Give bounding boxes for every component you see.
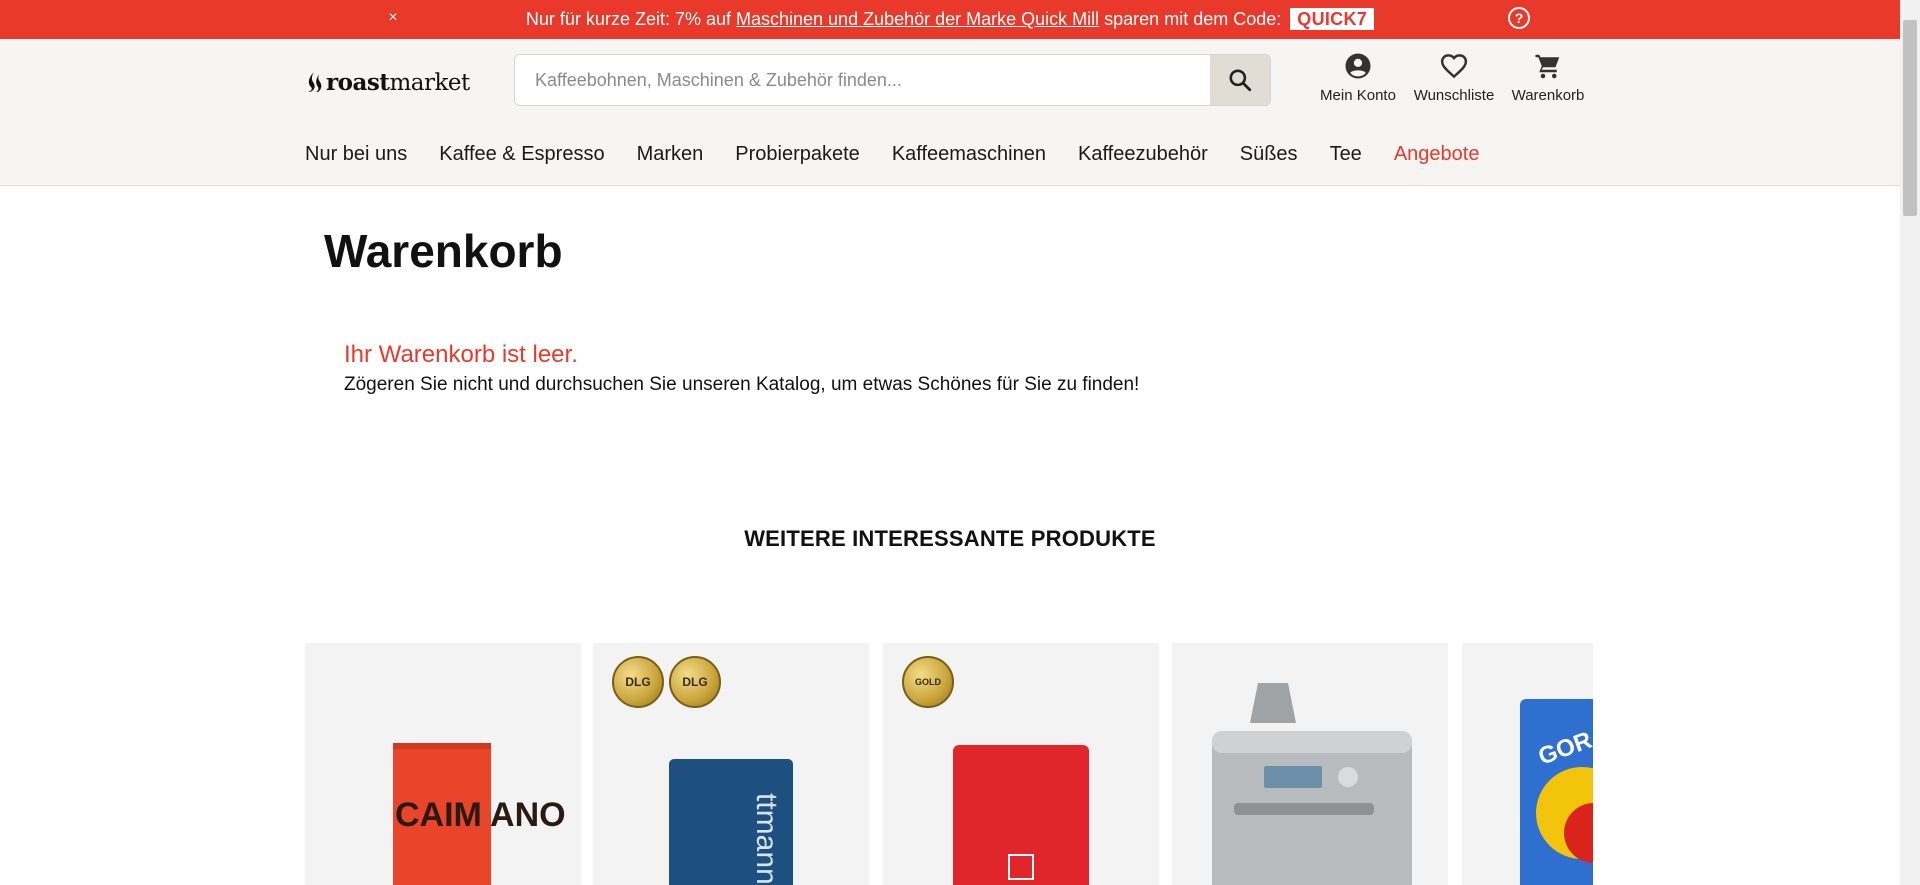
promo-banner: × Nur für kurze Zeit: 7% auf Maschinen u… <box>0 0 1900 39</box>
pack-text: CAIM ANO <box>395 796 566 834</box>
account-icon <box>1345 53 1371 79</box>
search-bar <box>514 54 1271 106</box>
product-image-coffee-bag: CAIM ANO <box>393 743 566 885</box>
page-title: Warenkorb <box>324 225 563 277</box>
promo-code: QUICK7 <box>1290 8 1375 30</box>
product-image-coffee-bag: ttmann <box>669 759 793 885</box>
nav-item-kaffee-espresso[interactable]: Kaffee & Espresso <box>439 143 604 169</box>
nav-item-kaffeemaschinen[interactable]: Kaffeemaschinen <box>892 143 1046 169</box>
product-carousel: CAIM ANO DLG DLG ttmann GOLD GOR <box>305 643 1593 885</box>
page: × Nur für kurze Zeit: 7% auf Maschinen u… <box>0 0 1920 885</box>
help-icon[interactable]: ? <box>1508 7 1530 29</box>
product-image-coffee-bag: GOR <box>1520 699 1593 885</box>
page-scrollbar[interactable] <box>1900 0 1920 885</box>
wishlist-link[interactable]: Wunschliste <box>1404 51 1504 111</box>
promo-text-after: sparen mit dem Code: <box>1099 9 1282 29</box>
cart-link[interactable]: Warenkorb <box>1498 51 1598 111</box>
pack-text: ttmann <box>750 793 783 885</box>
product-card[interactable]: GOLD <box>883 643 1159 885</box>
product-card[interactable] <box>1172 643 1448 885</box>
product-image-coffee-bag <box>953 745 1089 885</box>
main-navigation: Nur bei uns Kaffee & Espresso Marken Pro… <box>305 143 1511 169</box>
wishlist-label: Wunschliste <box>1413 87 1495 104</box>
empty-cart-message: Zögeren Sie nicht und durchsuchen Sie un… <box>344 374 1139 396</box>
promo-text: Nur für kurze Zeit: 7% auf Maschinen und… <box>0 8 1900 30</box>
scrollbar-thumb[interactable] <box>1903 20 1917 216</box>
account-link[interactable]: Mein Konto <box>1308 51 1408 111</box>
nav-item-angebote[interactable]: Angebote <box>1394 143 1480 169</box>
heart-icon <box>1440 54 1468 79</box>
product-card[interactable]: DLG DLG ttmann <box>593 643 869 885</box>
promo-text-before: Nur für kurze Zeit: 7% auf <box>525 9 736 29</box>
account-label: Mein Konto <box>1320 87 1396 104</box>
browse-catalog-link[interactable]: durchsuchen Sie unseren Katalog <box>535 374 820 395</box>
logo[interactable]: roastmarket <box>305 67 470 97</box>
logo-text: roastmarket <box>326 69 470 96</box>
nav-item-nur-bei-uns[interactable]: Nur bei uns <box>305 143 407 169</box>
empty-cart-title: Ihr Warenkorb ist leer. <box>344 341 578 368</box>
site-header: roastmarket Mein Konto Wunschli <box>0 39 1900 186</box>
nav-item-kaffeezubehoer[interactable]: Kaffeezubehör <box>1078 143 1208 169</box>
search-button[interactable] <box>1210 55 1270 105</box>
search-input[interactable] <box>515 55 1212 105</box>
product-image-espresso-machine <box>1212 683 1412 885</box>
search-icon <box>1229 69 1252 92</box>
empty-cart-text-1: Zögeren Sie nicht und <box>344 374 536 395</box>
logo-bean-icon <box>308 72 322 92</box>
cart-icon <box>1535 54 1560 79</box>
product-card[interactable]: CAIM ANO <box>305 643 581 885</box>
product-card[interactable]: GOR <box>1462 643 1593 885</box>
logo-text-bold: roast <box>326 68 390 96</box>
recommendations-title: WEITERE INTERESSANTE PRODUKTE <box>744 526 1156 551</box>
logo-text-light: market <box>389 69 470 96</box>
nav-item-suesses[interactable]: Süßes <box>1240 143 1298 169</box>
cart-label: Warenkorb <box>1511 87 1585 104</box>
nav-item-tee[interactable]: Tee <box>1330 143 1362 169</box>
nav-item-marken[interactable]: Marken <box>637 143 704 169</box>
promo-link[interactable]: Maschinen und Zubehör der Marke Quick Mi… <box>736 9 1099 29</box>
empty-cart-text-2: , um etwas Schönes für Sie zu finden! <box>820 374 1140 395</box>
nav-item-probierpakete[interactable]: Probierpakete <box>735 143 860 169</box>
